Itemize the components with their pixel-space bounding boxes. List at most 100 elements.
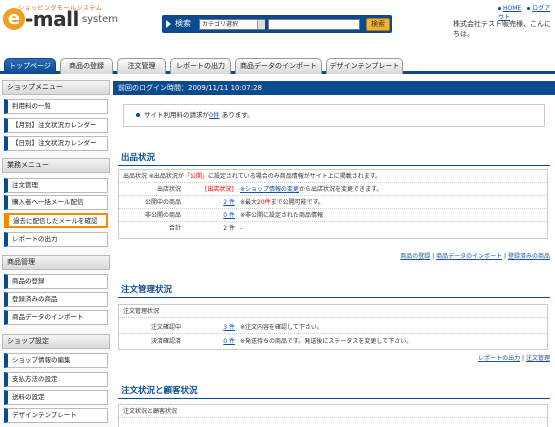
notice-count-link[interactable]: 0件 (209, 111, 220, 119)
row-label: 非公開の商品 (144, 212, 181, 219)
sidebar-item-shop-info[interactable]: ショップ情報の編集 (4, 353, 108, 368)
orders-section-title: 注文管理状況 (121, 285, 173, 295)
tab-top[interactable]: トップページ (4, 58, 56, 74)
row-desc-text: から出店状況を変更できます。 (299, 186, 383, 193)
separator: | (504, 253, 507, 260)
divider (118, 398, 550, 399)
sidebar-item-product-import[interactable]: 商品データのインポート (4, 310, 108, 325)
intro-post: に設定されている場合のみ商品情報がサイト上に掲載されます。 (207, 173, 382, 180)
customers-section-title: 注文状況と顧客状況 (121, 386, 198, 396)
header: ショッピングモールシステム e -mall system 検索 カテゴリ選択 検索 … (0, 0, 555, 40)
divider (118, 165, 550, 166)
footer-link-import[interactable]: 商品データのインポート (436, 253, 502, 260)
customers-sub-title: 注文状況と顧客状況 (123, 408, 178, 415)
table-row: 公開中の商品 2 件 ※最大20件まで公開可能です。 (119, 196, 547, 209)
notice-text-post: あります。 (221, 111, 254, 119)
bullet-icon (527, 7, 531, 10)
shop-info-link[interactable]: ※ショップ情報の変更 (240, 186, 299, 193)
notice-box: サイト利用料の請求が0件 あります。 (123, 104, 545, 127)
row-label: 注文確認中 (150, 324, 181, 331)
sidebar-item-design-template[interactable]: デザインテンプレート (4, 408, 108, 423)
listing-box: 出品状況 ※出品状況が「公開」に設定されている場合のみ商品情報がサイト上に掲載さ… (118, 169, 548, 239)
sidebar-section-settings: ショップ設定 (2, 334, 110, 349)
tab-orders[interactable]: 注文管理 (117, 58, 166, 74)
logo-mall: -mall (25, 7, 79, 31)
footer-link-report[interactable]: レポートの出力 (478, 355, 520, 362)
row-desc: - (240, 225, 243, 232)
separator: | (432, 253, 435, 260)
sidebar-item-sent-mail[interactable]: 過去に配信したメールを確認 (4, 213, 108, 228)
row-value-link[interactable]: 3 件 (209, 321, 235, 334)
arrow-right-icon (166, 20, 171, 28)
sidebar-item-order-management[interactable]: 注文管理 (4, 178, 108, 193)
welcome-text: 株式会社テスト販売様、こんにちは。 (453, 20, 551, 38)
sidebar-item-report[interactable]: レポートの出力 (4, 232, 108, 247)
table-row: 決済確認済 0 件 ※発送待ちの商品です。発送後にステータスを変更して下さい。 (119, 335, 547, 348)
sidebar-item-usage-fees[interactable]: 利用料の一覧 (4, 99, 108, 114)
row-desc: ※最大20件まで公開可能です。 (240, 196, 324, 209)
main-content: 前回のログイン時間：2009/11/11 10:07:28 サイト利用料の請求が… (113, 77, 555, 427)
sidebar-item-payment[interactable]: 支払方法の設定 (4, 372, 108, 387)
sidebar-section-products: 商品管理 (2, 255, 110, 270)
tab-product-register[interactable]: 商品の登録 (60, 58, 113, 74)
listing-intro: 出品状況 ※出品状況が「公開」に設定されている場合のみ商品情報がサイト上に掲載さ… (123, 170, 381, 183)
chevron-down-icon[interactable] (257, 20, 265, 29)
row-label: 決済確認済 (150, 338, 181, 345)
bullet-icon (136, 113, 140, 117)
row-value: 2 件 (223, 225, 235, 232)
row-desc-pre: ※最大 (240, 199, 258, 206)
intro-red: 「公開」 (183, 173, 208, 180)
orders-box: 注文管理状況 注文確認中 3 件 ※注文内容を確認して下さい。 決済確認済 0 … (118, 304, 548, 350)
sidebar: ショップメニュー 利用料の一覧 【月別】注文状況カレンダー 【日別】注文状況カレ… (0, 77, 112, 427)
sidebar-item-monthly-calendar[interactable]: 【月別】注文状況カレンダー (4, 118, 108, 133)
row-desc: ※非公開に設定された商品情報 (240, 212, 324, 219)
listing-intro-row: 出品状況 ※出品状況が「公開」に設定されている場合のみ商品情報がサイト上に掲載さ… (119, 170, 547, 183)
footer-link-orders[interactable]: 注文管理 (526, 355, 550, 362)
table-row: 出店状況 [出店状況] ※ショップ情報の変更から出店状況を変更できます。 (119, 183, 547, 196)
search-label: 検索 (175, 19, 191, 28)
category-select[interactable]: カテゴリ選択 (199, 19, 265, 30)
sidebar-item-shipping[interactable]: 送料の設定 (4, 390, 108, 405)
orders-footer-links: レポートの出力 | 注文管理 (478, 353, 550, 362)
logo-e: e (3, 8, 25, 30)
row-desc-text: まで公開可能です。 (270, 199, 325, 206)
row-value-link[interactable]: 0 件 (209, 209, 235, 222)
logo[interactable]: e -mall system (3, 7, 118, 31)
customers-sub-row: 注文状況と顧客状況 (119, 405, 547, 418)
orders-sub-title: 注文管理状況 (123, 308, 160, 315)
sidebar-item-daily-calendar[interactable]: 【日別】注文状況カレンダー (4, 136, 108, 151)
last-login-bar: 前回のログイン時間：2009/11/11 10:07:28 (113, 81, 555, 95)
footer-link-registered[interactable]: 登録済みの商品 (508, 253, 550, 260)
sidebar-item-product-register[interactable]: 商品の登録 (4, 274, 108, 289)
sidebar-item-bulk-mail[interactable]: 購入者へ一括メール配信 (4, 195, 108, 210)
tab-report[interactable]: レポートの出力 (170, 58, 231, 74)
tab-import[interactable]: 商品データのインポート (235, 58, 322, 74)
listing-footer-links: 商品の登録 | 商品データのインポート | 登録済みの商品 (400, 251, 550, 260)
row-value-link[interactable]: 2 件 (209, 196, 235, 209)
row-desc: ※注文内容を確認して下さい。 (240, 324, 323, 331)
table-row: 注文確認中 3 件 ※注文内容を確認して下さい。 (119, 321, 547, 334)
row-label: 公開中の商品 (144, 199, 181, 206)
sidebar-item-registered-products[interactable]: 登録済みの商品 (4, 292, 108, 307)
divider (118, 297, 550, 298)
tab-design[interactable]: デザインテンプレート (326, 58, 403, 74)
row-label: 合計 (168, 225, 181, 232)
search-button[interactable]: 検索 (366, 18, 390, 31)
listing-section-title: 出品状況 (121, 153, 156, 163)
separator: | (522, 355, 525, 362)
table-row: 非公開の商品 0 件 ※非公開に設定された商品情報 (119, 209, 547, 222)
row-value: [出店状況] (205, 186, 234, 193)
row-desc-red: 20件 (257, 199, 271, 206)
footer-link-register[interactable]: 商品の登録 (400, 253, 430, 260)
notice-text-pre: サイト利用料の請求が (144, 111, 209, 119)
customers-box: 注文状況と顧客状況 (118, 404, 548, 427)
row-desc: ※ショップ情報の変更から出店状況を変更できます。 (240, 183, 382, 196)
table-row: 合計 2 件 - (119, 222, 547, 235)
search-input[interactable] (268, 19, 360, 30)
bullet-icon (498, 7, 501, 10)
orders-sub-row: 注文管理状況 (119, 305, 547, 318)
row-value-link[interactable]: 0 件 (209, 335, 235, 348)
logo-system: system (81, 13, 119, 25)
intro-pre: 出品状況 ※出品状況が (123, 173, 184, 180)
home-link[interactable]: HOME (503, 5, 521, 12)
